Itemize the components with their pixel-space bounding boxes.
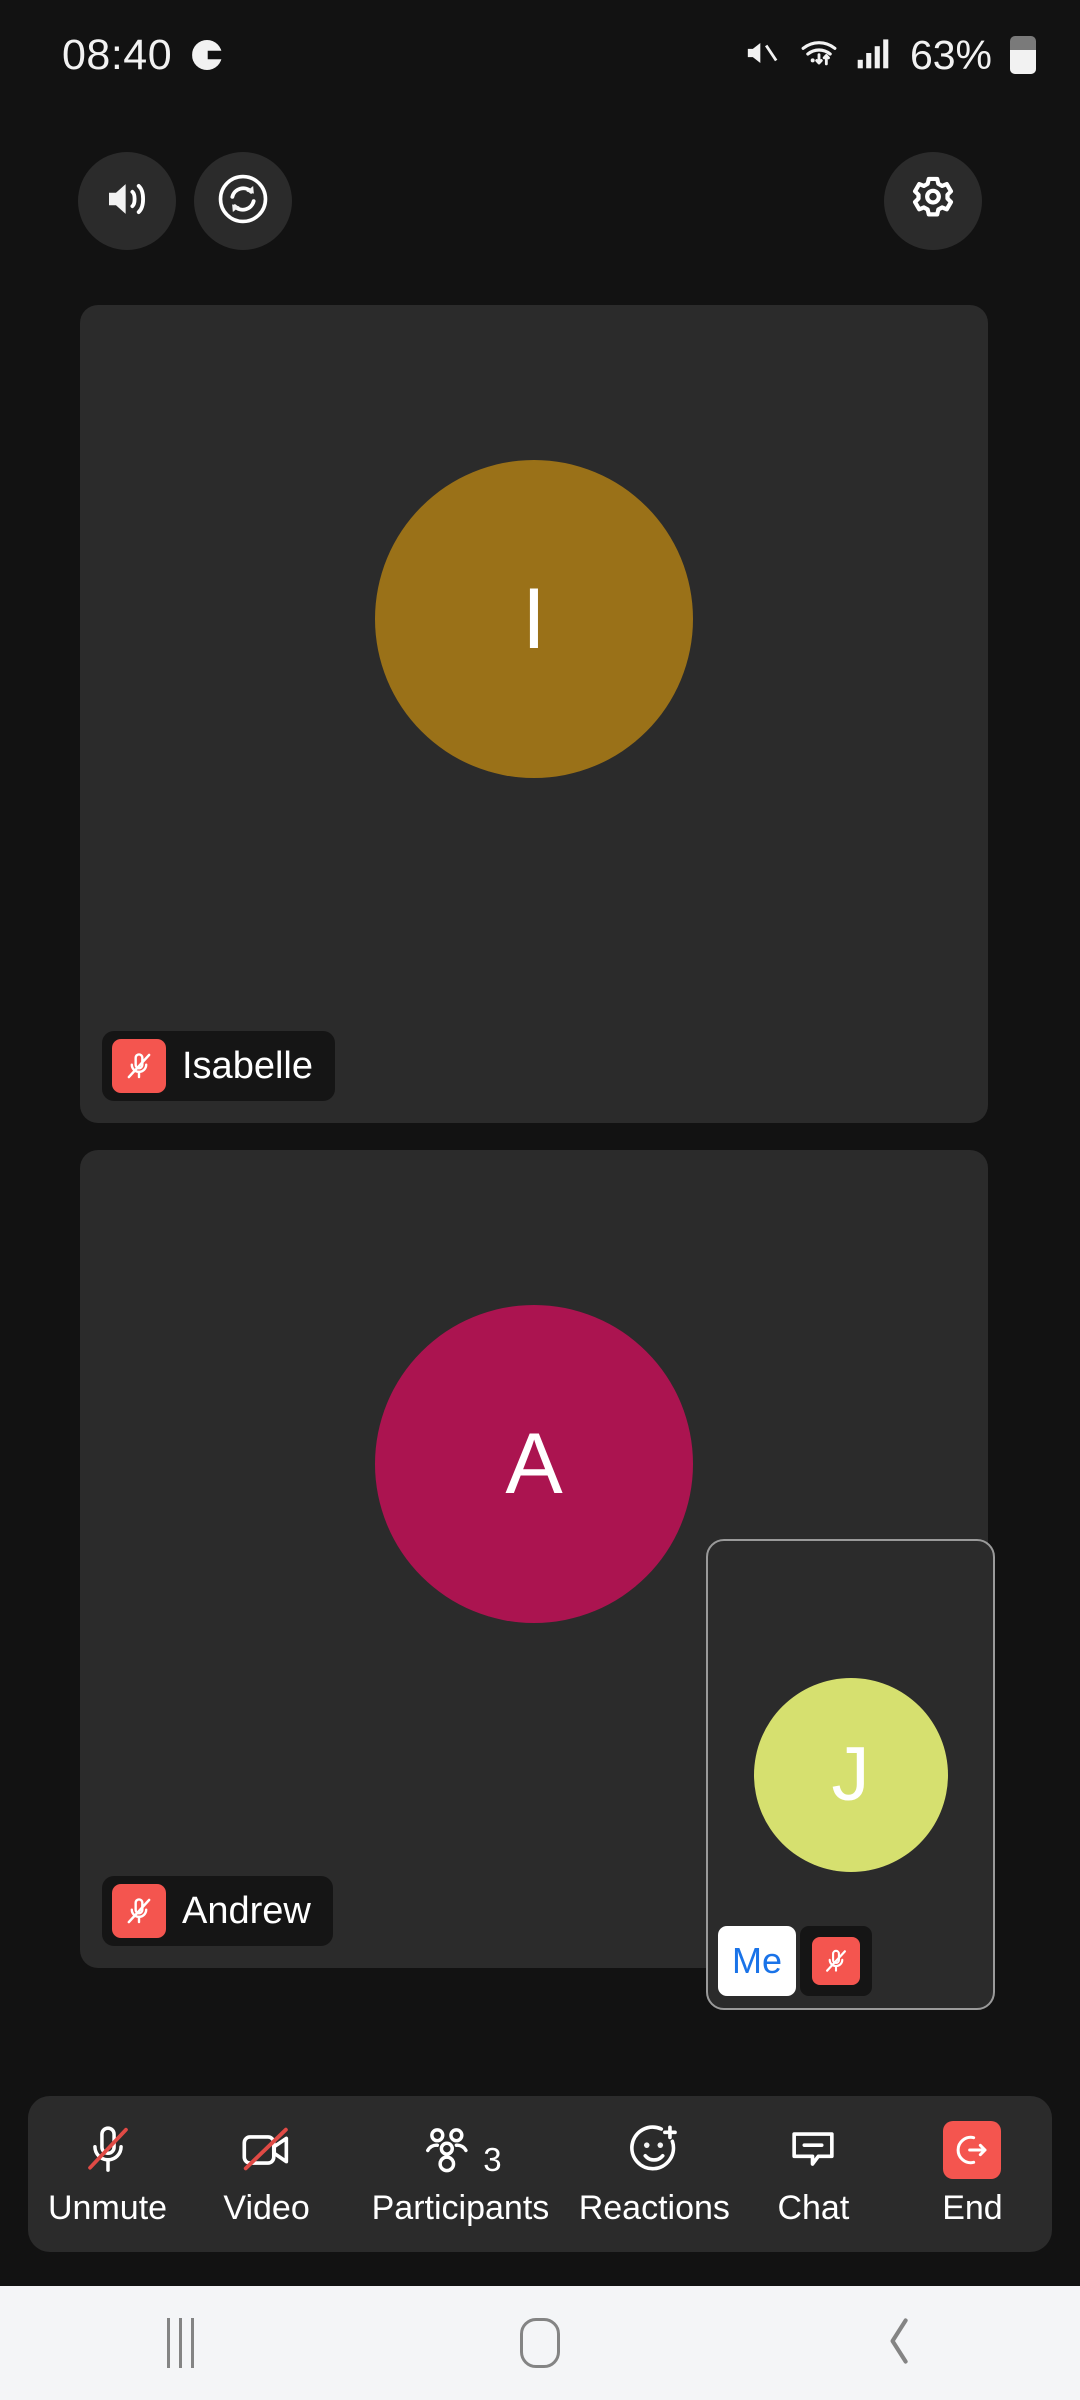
call-screen: 08:40 63% I Isabelle A Andrew J Me Unmut… xyxy=(0,0,1080,2400)
reactions-icon xyxy=(625,2121,683,2179)
mic-muted-icon xyxy=(112,1039,166,1093)
participant-name-chip: Andrew xyxy=(102,1876,333,1946)
status-bar-left: 08:40 xyxy=(62,30,223,80)
video-off-icon xyxy=(237,2121,297,2179)
camera-switch-button[interactable] xyxy=(194,152,292,250)
toolbar-label: Video xyxy=(223,2188,310,2227)
mic-muted-icon xyxy=(812,1937,861,1985)
toolbar-item-unmute[interactable]: Unmute xyxy=(28,2121,187,2228)
wifi-icon xyxy=(798,33,840,78)
recents-icon xyxy=(166,2318,194,2368)
toolbar-label: Chat xyxy=(777,2188,850,2227)
participants-icon: 3 xyxy=(419,2121,502,2179)
toolbar-item-chat[interactable]: Chat xyxy=(734,2121,893,2228)
speaker-icon xyxy=(100,172,154,231)
recents-button[interactable] xyxy=(80,2286,280,2400)
android-nav-bar xyxy=(0,2286,1080,2400)
battery-percent-label: 63% xyxy=(909,31,992,78)
battery-icon xyxy=(1010,36,1036,74)
self-view-tile[interactable]: J Me xyxy=(706,1539,995,2010)
self-view-chips: Me xyxy=(718,1926,873,1996)
chat-icon xyxy=(784,2121,842,2179)
toolbar-item-reactions[interactable]: Reactions xyxy=(575,2121,734,2228)
signal-bars-icon xyxy=(856,34,890,77)
self-label: Me xyxy=(718,1926,797,1996)
g-app-icon xyxy=(192,40,223,70)
end-call-icon xyxy=(943,2120,1002,2179)
avatar: A xyxy=(375,1305,693,1623)
participant-name: Andrew xyxy=(182,1889,311,1932)
toolbar-item-video[interactable]: Video xyxy=(187,2121,346,2228)
toolbar-label: End xyxy=(942,2188,1003,2227)
toolbar-label: Reactions xyxy=(578,2188,730,2227)
toolbar-item-participants[interactable]: 3 Participants xyxy=(346,2121,575,2228)
mic-muted-icon xyxy=(112,1884,166,1938)
toolbar-item-end[interactable]: End xyxy=(893,2120,1052,2228)
settings-button[interactable] xyxy=(884,152,982,250)
self-mic-chip xyxy=(800,1926,873,1996)
speaker-button[interactable] xyxy=(78,152,176,250)
mic-muted-icon xyxy=(80,2121,136,2179)
call-toolbar: Unmute Video 3 Participants Reactions Ch… xyxy=(28,2096,1052,2252)
avatar: J xyxy=(753,1677,948,1872)
camera-switch-icon xyxy=(214,170,272,233)
back-button[interactable] xyxy=(800,2286,1000,2400)
toolbar-label: Unmute xyxy=(48,2188,168,2227)
toolbar-label: Participants xyxy=(371,2188,550,2227)
participant-tile[interactable]: I Isabelle xyxy=(80,305,988,1123)
gear-icon xyxy=(905,171,961,232)
participants-count: 3 xyxy=(483,2140,502,2178)
home-button[interactable] xyxy=(440,2286,640,2400)
participant-name: Isabelle xyxy=(182,1044,313,1087)
status-bar: 08:40 63% xyxy=(0,0,1080,110)
status-bar-clock: 08:40 xyxy=(62,30,173,79)
back-icon xyxy=(877,2313,923,2374)
avatar: I xyxy=(375,460,693,778)
mute-icon xyxy=(742,33,782,78)
home-icon xyxy=(520,2318,560,2368)
participant-name-chip: Isabelle xyxy=(102,1031,335,1101)
top-controls xyxy=(0,140,1080,270)
status-bar-right: 63% xyxy=(742,32,1036,79)
